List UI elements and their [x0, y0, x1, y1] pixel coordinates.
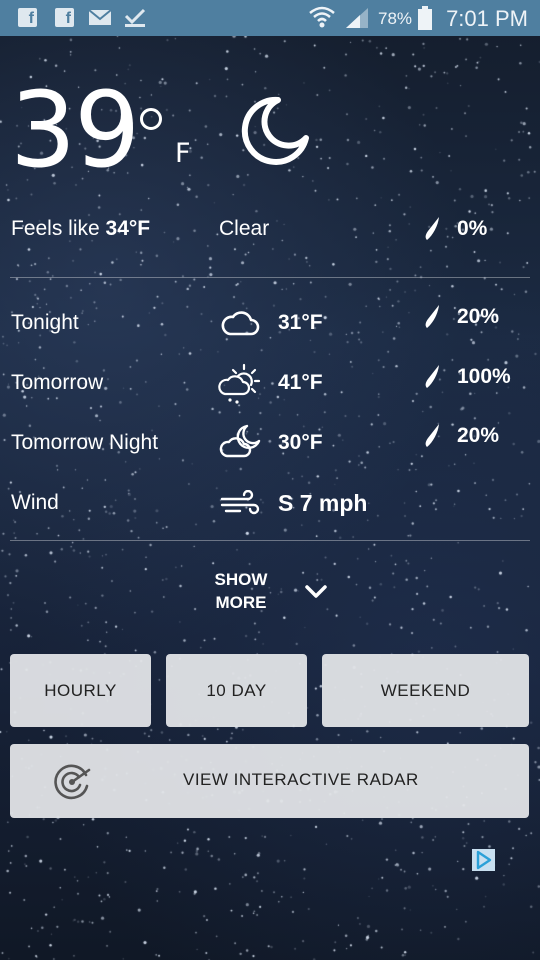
- status-bar: f f 78% 7:01 PM: [0, 0, 540, 36]
- chevron-down-icon: [305, 585, 327, 598]
- moon-icon: [241, 96, 309, 165]
- forecast-precip-tomorrow: 100%: [457, 365, 511, 388]
- wind-value: S 7 mph: [278, 490, 368, 516]
- show-more-label: SHOW MORE: [200, 568, 282, 614]
- wind-icon: [220, 490, 260, 515]
- feels-like: Feels like 34°F: [11, 217, 150, 241]
- forecast-temp-tonight: 31°F: [278, 311, 323, 334]
- checkmark-icon: [124, 8, 146, 27]
- clock: 7:01 PM: [446, 6, 528, 31]
- current-condition: Clear: [219, 217, 270, 240]
- battery-icon: [418, 6, 432, 30]
- view-radar-button[interactable]: VIEW INTERACTIVE RADAR: [10, 744, 529, 818]
- forecast-temp-tomorrow: 41°F: [278, 371, 323, 394]
- feels-like-value: 34°F: [105, 217, 151, 240]
- forecast-period-tomorrow-night: Tomorrow Night: [11, 431, 159, 454]
- divider: [10, 540, 530, 541]
- forecast-precip-tonight: 20%: [457, 305, 500, 328]
- weekend-button[interactable]: WEEKEND: [322, 654, 529, 727]
- sun-rain-icon: [218, 363, 261, 404]
- hourly-button[interactable]: HOURLY: [10, 654, 151, 727]
- raindrop-icon: [425, 305, 439, 328]
- forecast-precip-tomorrow-night: 20%: [457, 424, 500, 447]
- raindrop-icon: [425, 365, 439, 388]
- cloud-icon: [221, 311, 260, 336]
- adchoices-icon[interactable]: [472, 849, 495, 871]
- raindrop-icon: [425, 217, 439, 240]
- facebook-icon: f: [55, 8, 74, 27]
- forecast-period-tonight: Tonight: [11, 311, 79, 334]
- ten-day-button[interactable]: 10 DAY: [166, 654, 307, 727]
- signal-icon: [346, 8, 368, 28]
- forecast-period-tomorrow: Tomorrow: [11, 371, 104, 394]
- degree-symbol: [140, 108, 162, 130]
- wind-label: Wind: [11, 491, 59, 514]
- show-more-line1: SHOW: [214, 570, 268, 589]
- mail-icon: [88, 9, 112, 25]
- facebook-icon: f: [18, 8, 37, 27]
- temperature-unit: F: [175, 138, 191, 169]
- battery-percent: 78%: [378, 9, 413, 28]
- moon-cloud-icon: [219, 424, 261, 458]
- radar-icon: [54, 764, 91, 800]
- show-more-button[interactable]: SHOW MORE: [200, 568, 340, 616]
- wifi-icon: [309, 6, 335, 28]
- forecast-temp-tomorrow-night: 30°F: [278, 431, 323, 454]
- divider: [10, 277, 530, 278]
- current-temperature: 39: [10, 69, 140, 191]
- show-more-line2: MORE: [215, 593, 267, 612]
- raindrop-icon: [425, 424, 439, 447]
- current-precip: 0%: [457, 217, 488, 240]
- feels-like-label: Feels like: [11, 217, 100, 240]
- view-radar-label: VIEW INTERACTIVE RADAR: [183, 770, 419, 789]
